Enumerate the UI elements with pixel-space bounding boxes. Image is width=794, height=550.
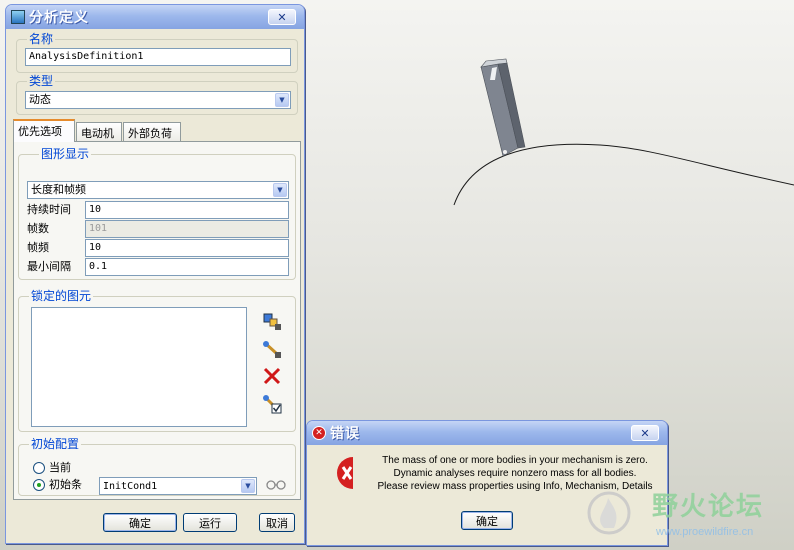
type-group-label: 类型 — [27, 74, 56, 88]
duration-input[interactable]: 10 — [85, 201, 289, 219]
glasses-icon[interactable] — [265, 476, 287, 492]
min-interval-input[interactable]: 0.1 — [85, 258, 289, 276]
dialog-title: 分析定义 — [29, 10, 89, 26]
lock-body-icon[interactable] — [261, 311, 283, 333]
tab-external-loads[interactable]: 外部负荷 — [123, 122, 181, 142]
close-icon: ✕ — [277, 10, 287, 24]
beam-body — [480, 58, 526, 157]
initial-config-group: 初始配置 当前 初始条 InitCond1 ▼ — [18, 437, 296, 496]
tab-motors[interactable]: 电动机 — [76, 122, 122, 142]
graphics-display-group: 图形显示 长度和帧频 ▼ 持续时间 10 帧数 101 帧频 10 最小间隔 0… — [18, 147, 296, 280]
delete-icon[interactable] — [261, 365, 283, 387]
frame-count-input: 101 — [85, 220, 289, 238]
frame-count-label: 帧数 — [27, 222, 49, 235]
current-radio[interactable] — [33, 462, 45, 474]
close-button[interactable]: ✕ — [268, 9, 296, 25]
chevron-down-icon[interactable]: ▼ — [273, 183, 287, 197]
close-icon: ✕ — [640, 426, 650, 440]
graphics-mode-value: 长度和帧频 — [31, 183, 86, 196]
chevron-down-icon[interactable]: ▼ — [241, 479, 255, 493]
name-input[interactable]: AnalysisDefinition1 — [25, 48, 291, 66]
error-message-line-2: Dynamic analyses require nonzero mass fo… — [393, 468, 637, 479]
lock-joint-icon[interactable] — [261, 339, 283, 361]
tab-preferences[interactable]: 优先选项 — [13, 119, 75, 142]
duration-label: 持续时间 — [27, 203, 71, 216]
dialog-title-bar[interactable]: 分析定义 ✕ — [6, 5, 304, 29]
tab-motors-label: 电动机 — [81, 127, 114, 140]
ok-button[interactable]: 确定 — [103, 513, 177, 532]
error-icon — [337, 457, 353, 489]
error-ok-button[interactable]: 确定 — [461, 511, 513, 530]
watermark-name: 野火论坛 — [652, 492, 765, 522]
watermark-url: www.proewildfire.cn — [656, 526, 754, 538]
graphics-mode-select[interactable]: 长度和帧频 ▼ — [27, 181, 289, 199]
init-cond-select[interactable]: InitCond1 ▼ — [99, 477, 257, 495]
app-icon — [11, 10, 25, 24]
cancel-button[interactable]: 取消 — [259, 513, 295, 532]
tab-external-loads-label: 外部负荷 — [128, 127, 172, 140]
chevron-down-icon[interactable]: ▼ — [275, 93, 289, 107]
name-group: 名称 AnalysisDefinition1 — [16, 32, 298, 73]
initial-cond-radio[interactable] — [33, 479, 45, 491]
watermark: 野火论坛 www.proewildfire.cn — [584, 484, 790, 546]
type-select[interactable]: 动态 ▼ — [25, 91, 291, 109]
initial-cond-radio-label[interactable]: 初始条 — [49, 478, 82, 492]
locked-entities-label: 锁定的图元 — [29, 289, 94, 303]
flame-logo-icon — [587, 491, 631, 535]
enable-connection-icon[interactable] — [261, 393, 283, 415]
tab-panel: 图形显示 长度和帧频 ▼ 持续时间 10 帧数 101 帧频 10 最小间隔 0… — [13, 141, 301, 500]
error-title: 错误 — [330, 426, 360, 442]
frame-rate-label: 帧频 — [27, 241, 49, 254]
name-group-label: 名称 — [27, 32, 56, 46]
frame-rate-input[interactable]: 10 — [85, 239, 289, 257]
locked-entities-list[interactable] — [31, 307, 247, 427]
run-button[interactable]: 运行 — [183, 513, 237, 532]
type-group: 类型 动态 ▼ — [16, 74, 298, 115]
graphics-display-label: 图形显示 — [39, 147, 92, 161]
init-cond-value: InitCond1 — [103, 481, 158, 492]
tab-preferences-label: 优先选项 — [18, 125, 62, 138]
type-select-value: 动态 — [29, 93, 51, 106]
initial-config-label: 初始配置 — [29, 437, 82, 451]
min-interval-label: 最小间隔 — [27, 260, 71, 273]
analysis-definition-dialog: 分析定义 ✕ 名称 AnalysisDefinition1 类型 动态 ▼ 优先… — [5, 4, 305, 544]
error-title-bar[interactable]: ✕ 错误 ✕ — [307, 421, 667, 445]
error-message-line-1: The mass of one or more bodies in your m… — [382, 455, 648, 466]
error-title-icon: ✕ — [312, 426, 326, 440]
current-radio-label[interactable]: 当前 — [49, 461, 71, 475]
error-close-button[interactable]: ✕ — [631, 425, 659, 441]
locked-entities-group: 锁定的图元 — [18, 289, 296, 432]
